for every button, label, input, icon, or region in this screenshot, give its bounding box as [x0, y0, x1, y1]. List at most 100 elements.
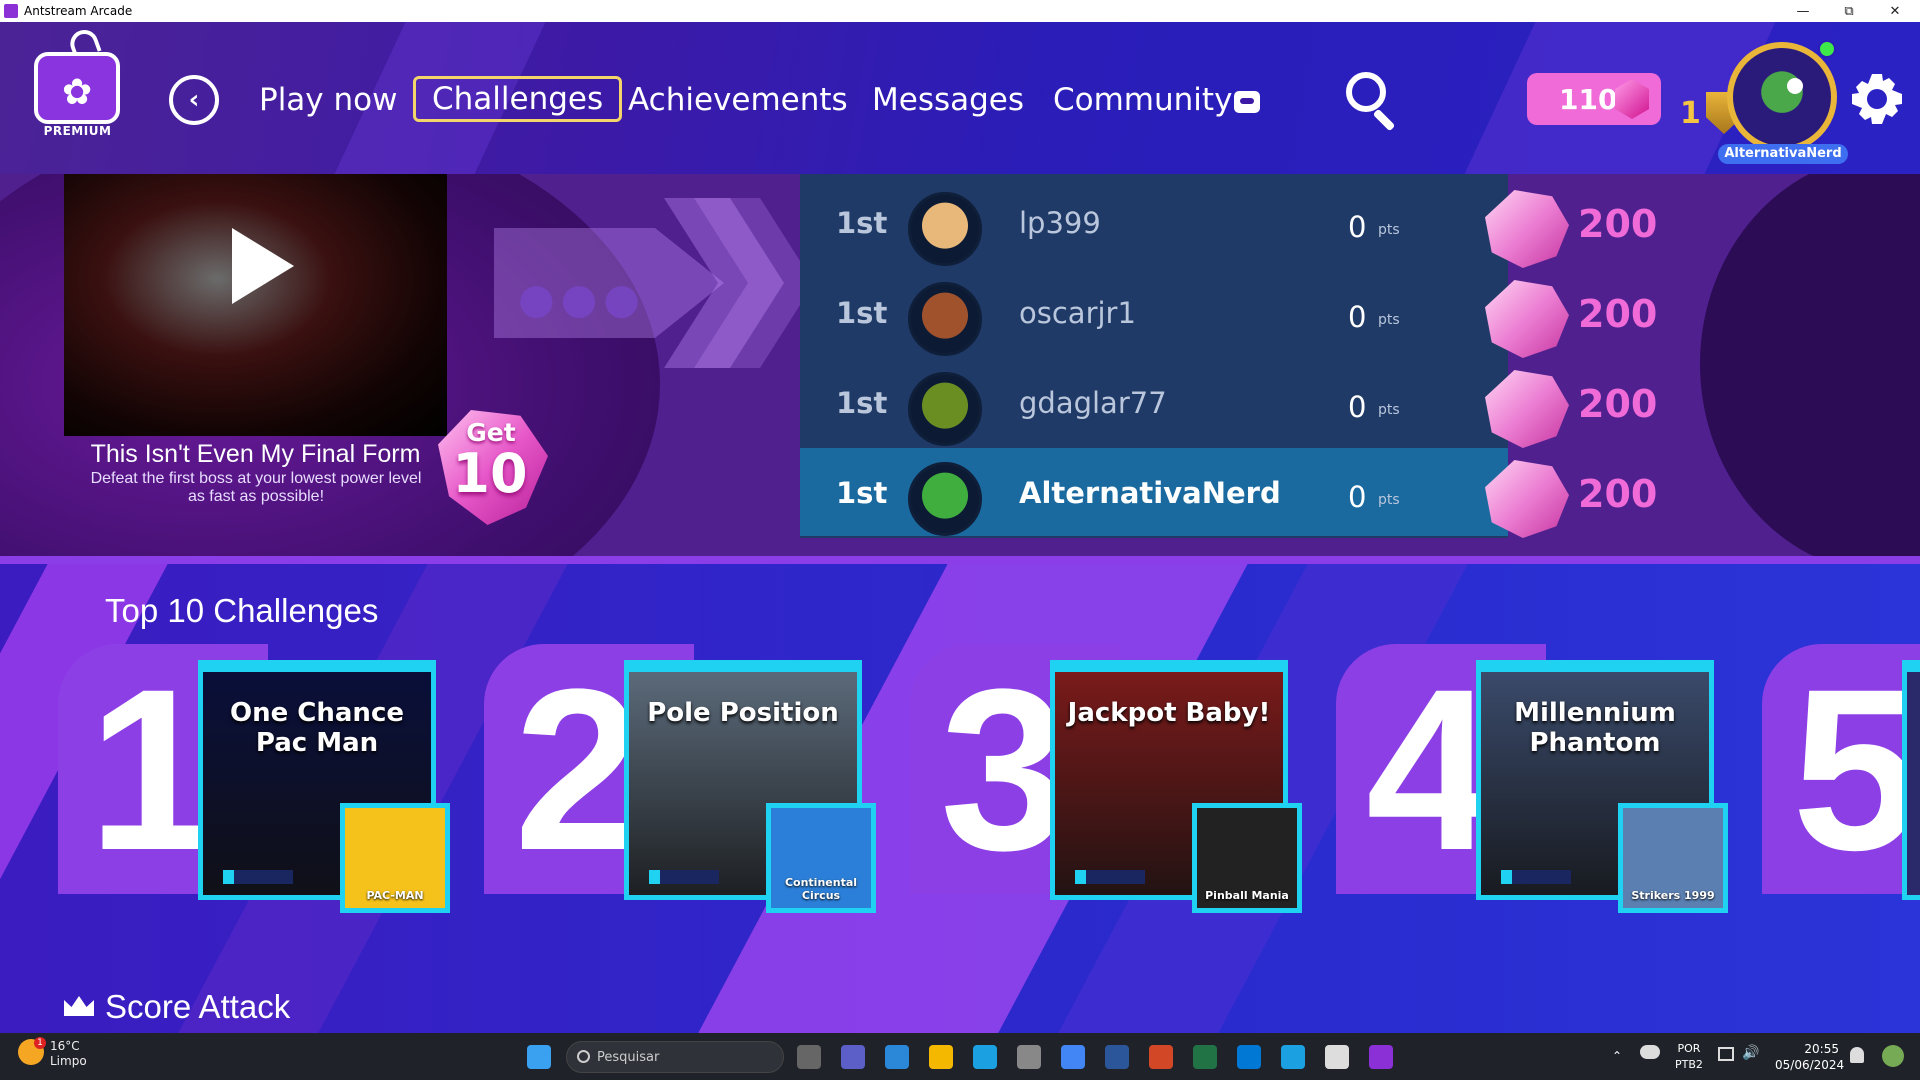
settings-gear-icon[interactable]	[1852, 74, 1902, 124]
challenge-card[interactable]	[1902, 660, 1920, 900]
minimize-button[interactable]: —	[1780, 0, 1826, 22]
user-avatar[interactable]	[1727, 42, 1837, 152]
leaderboard-score-unit: pts	[1378, 402, 1400, 418]
flower-icon: ✿	[62, 72, 93, 113]
game-thumbnail-label: Continental Circus	[784, 876, 858, 902]
gem-balance[interactable]: 110	[1527, 73, 1661, 125]
store-icon[interactable]	[885, 1045, 909, 1069]
system-clock[interactable]: 20:55 05/06/2024	[1775, 1041, 1845, 1073]
back-button[interactable]: ‹	[169, 75, 219, 125]
teams-icon[interactable]	[841, 1045, 865, 1069]
clock-date: 05/06/2024	[1775, 1058, 1845, 1072]
paw-icon: ●●●	[518, 274, 646, 323]
copilot-icon[interactable]	[1882, 1045, 1904, 1067]
notification-bell-icon[interactable]	[1850, 1047, 1864, 1063]
top10-title: Top 10 Challenges	[105, 592, 379, 629]
challenge-progress-fill	[649, 870, 660, 884]
leaderboard-rank: 1st	[836, 386, 888, 420]
play-icon[interactable]	[232, 228, 294, 304]
volume-icon[interactable]: 🔊	[1742, 1045, 1759, 1061]
game-thumbnail[interactable]: PAC-MAN	[340, 803, 450, 913]
cloud-icon[interactable]	[1640, 1045, 1660, 1059]
challenge-video-preview[interactable]	[64, 174, 447, 436]
leaderboard-reward: 200	[1578, 382, 1658, 426]
language-code: POR	[1677, 1042, 1701, 1055]
rank-number: 2	[514, 641, 642, 898]
app-icon	[4, 4, 18, 18]
game-thumbnail[interactable]: Pinball Mania	[1192, 803, 1302, 913]
weather-badge: 1	[34, 1037, 46, 1049]
challenge-progress-fill	[223, 870, 234, 884]
rank-number: 3	[940, 641, 1068, 898]
leaderboard-avatar	[908, 372, 982, 446]
search-icon[interactable]	[1344, 70, 1404, 132]
ccleaner-icon[interactable]	[1281, 1045, 1305, 1069]
rank-number: 4	[1366, 641, 1494, 898]
score-attack-title: Score Attack	[105, 988, 291, 1025]
nav-play-now[interactable]: Play now	[259, 80, 397, 120]
restore-button[interactable]: ⧉	[1826, 0, 1872, 22]
leaderboard-name: gdaglar77	[1019, 386, 1167, 420]
capcut-icon[interactable]	[1325, 1045, 1349, 1069]
online-status-icon	[1818, 40, 1836, 58]
language-indicator[interactable]: POR PTB2	[1675, 1041, 1703, 1073]
nav-challenges[interactable]: Challenges	[413, 76, 623, 122]
username-label: AlternativaNerd	[1718, 144, 1848, 164]
leaderboard-score: 0	[1348, 210, 1367, 244]
word-icon[interactable]	[1105, 1045, 1129, 1069]
window-titlebar: Antstream Arcade — ⧉ ✕	[0, 0, 1920, 22]
powerpoint-icon[interactable]	[1149, 1045, 1173, 1069]
leaderboard-row[interactable]	[800, 178, 1508, 266]
nav-messages[interactable]: Messages	[872, 80, 1024, 120]
leaderboard-rank: 1st	[836, 206, 888, 240]
leaderboard-rank: 1st	[836, 296, 888, 330]
taskbar-search[interactable]: Pesquisar	[566, 1041, 784, 1073]
leaderboard-score: 0	[1348, 480, 1367, 514]
challenge-card-title: Millennium Phantom	[1514, 698, 1676, 758]
challenge-card-title: Jackpot Baby!	[1067, 698, 1271, 728]
leaderboard-row[interactable]	[800, 268, 1508, 356]
game-thumbnail-label: PAC-MAN	[366, 889, 424, 902]
leaderboard-score: 0	[1348, 390, 1367, 424]
discord-icon	[1234, 90, 1261, 113]
leaderboard-avatar	[908, 282, 982, 356]
premium-badge: PREMIUM	[43, 124, 112, 138]
weather-widget[interactable]: 16°C Limpo	[50, 1039, 87, 1069]
network-icon[interactable]	[1718, 1047, 1734, 1061]
game-thumbnail[interactable]: Strikers 1999	[1618, 803, 1728, 913]
start-icon[interactable]	[527, 1045, 551, 1069]
player-level: 1	[1680, 96, 1701, 131]
game-thumbnail-label: Pinball Mania	[1205, 889, 1289, 902]
challenge-progress	[1501, 870, 1571, 884]
task-view-icon[interactable]	[797, 1045, 821, 1069]
challenge-card-title: Pole Position	[647, 698, 839, 728]
leaderboard-avatar	[908, 192, 982, 266]
nav-community[interactable]: Community	[1053, 80, 1261, 120]
windows-taskbar: 1 16°C Limpo Pesquisar ⌃ POR PTB2 🔊 20:5…	[0, 1033, 1920, 1080]
outlook-icon[interactable]	[1237, 1045, 1261, 1069]
antstream-logo[interactable]: ✿ PREMIUM	[30, 25, 125, 140]
chrome-icon[interactable]	[1061, 1045, 1085, 1069]
taskbar-search-placeholder: Pesquisar	[597, 1049, 660, 1065]
rank-number: 1	[88, 641, 216, 898]
excel-icon[interactable]	[1193, 1045, 1217, 1069]
gem-count: 110	[1559, 82, 1618, 116]
nav-achievements[interactable]: Achievements	[628, 80, 848, 120]
leaderboard-score-unit: pts	[1378, 492, 1400, 508]
unknown-icon[interactable]	[1017, 1045, 1041, 1069]
antstream-icon[interactable]	[1369, 1045, 1393, 1069]
clock-time: 20:55	[1804, 1042, 1839, 1056]
explorer-icon[interactable]	[929, 1045, 953, 1069]
gem-icon	[1615, 79, 1649, 119]
weather-desc: Limpo	[50, 1054, 87, 1068]
game-thumbnail[interactable]: Continental Circus	[766, 803, 876, 913]
chevron-up-icon[interactable]: ⌃	[1612, 1049, 1622, 1063]
rank-number: 5	[1792, 641, 1920, 898]
chevron-left-icon: ‹	[188, 85, 200, 115]
close-button[interactable]: ✕	[1872, 0, 1918, 22]
reward-gem-badge: Get 10	[428, 398, 558, 528]
edge-icon[interactable]	[973, 1045, 997, 1069]
leaderboard-name: lp399	[1019, 206, 1101, 240]
leaderboard-score-unit: pts	[1378, 222, 1400, 238]
leaderboard-avatar	[908, 462, 982, 536]
